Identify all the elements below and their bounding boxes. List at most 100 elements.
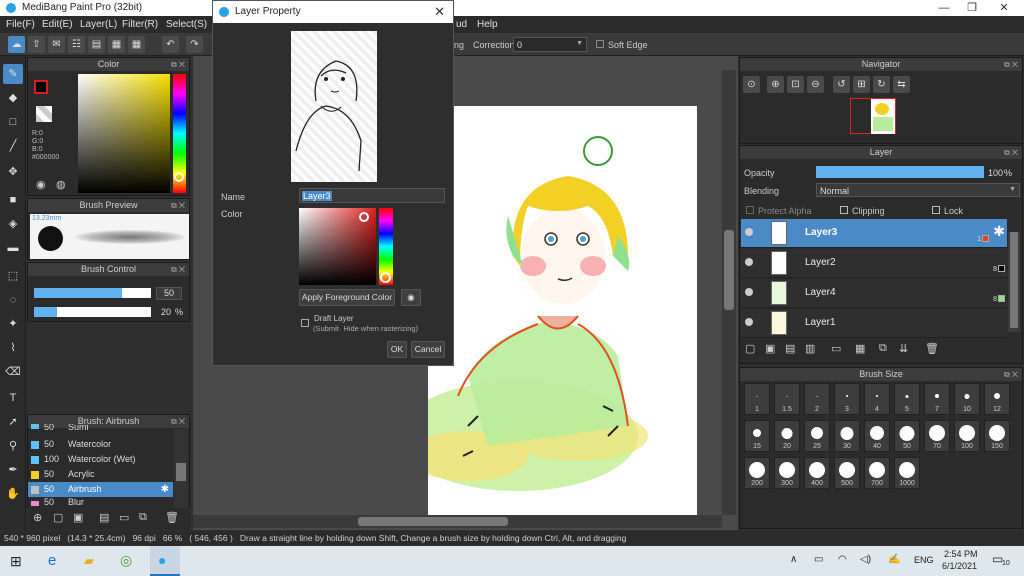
brush-size-option[interactable]: 5 <box>894 383 920 415</box>
panel-options-icon[interactable]: ⧉ ✕ <box>171 415 185 428</box>
brush-size-option[interactable]: 1.5 <box>774 383 800 415</box>
import-layer-icon[interactable]: ▦ <box>855 342 865 355</box>
rotate-left-icon[interactable]: ↺ <box>833 76 850 93</box>
line-tool-icon[interactable]: ╱ <box>3 136 23 156</box>
layer-settings-gear-icon[interactable]: ✱ <box>993 223 1005 240</box>
layer-folder-icon[interactable]: ▭ <box>831 342 841 355</box>
new-8bit-layer-icon[interactable]: ▤ <box>785 342 795 355</box>
dropper-tool-icon[interactable]: ⚲ <box>3 436 23 456</box>
brush-size-option[interactable]: 1000 <box>894 457 920 489</box>
delete-brush-icon[interactable]: 🗑 <box>165 511 179 524</box>
add-brush-icon[interactable]: ⊕ <box>33 511 42 524</box>
layer-color-handle[interactable] <box>359 212 369 222</box>
brush-size-option[interactable]: 500 <box>834 457 860 489</box>
grid-icon[interactable]: ▦ <box>108 36 125 53</box>
select-pen-tool-icon[interactable]: ⌇ <box>3 338 23 358</box>
blending-select[interactable]: Normal ▼ <box>816 183 1020 197</box>
ok-button[interactable]: OK <box>387 341 407 358</box>
text-tool-icon[interactable]: T <box>3 388 23 408</box>
brush-folder-icon[interactable]: ▭ <box>119 511 129 524</box>
brush-item-acrylic[interactable]: 50 Acrylic <box>28 467 173 482</box>
vertical-scroll-thumb[interactable] <box>724 230 734 310</box>
menu-layer[interactable]: Layer(L) <box>80 19 117 30</box>
rectangle-tool-icon[interactable]: □ <box>3 112 23 132</box>
document-icon[interactable]: ▤ <box>88 36 105 53</box>
new-layer-icon[interactable]: ▢ <box>745 342 755 355</box>
visibility-eye-icon[interactable] <box>745 258 753 266</box>
brush-size-option[interactable]: 40 <box>864 420 890 452</box>
canvas-vertical-scrollbar[interactable] <box>722 70 736 515</box>
add-layer-menu-icon[interactable]: ▥ <box>805 342 815 355</box>
layer-scroll-thumb[interactable] <box>1010 232 1018 328</box>
menu-filter[interactable]: Filter(R) <box>122 19 158 30</box>
select-tool-icon[interactable]: ⬚ <box>3 266 23 286</box>
lock-checkbox[interactable] <box>932 206 940 214</box>
draft-layer-checkbox[interactable] <box>301 319 309 327</box>
panel-options-icon[interactable]: ⧉ ✕ <box>171 263 185 276</box>
flip-icon[interactable]: ⇆ <box>893 76 910 93</box>
battery-icon[interactable]: ▭ <box>814 554 823 565</box>
panel-options-icon[interactable]: ⧉ ✕ <box>171 199 185 212</box>
brush-size-slider[interactable] <box>34 288 151 298</box>
layer-row-layer2[interactable]: Layer2 8 <box>741 249 1007 278</box>
chevron-up-icon[interactable]: ∧ <box>790 554 797 565</box>
eraser-tool-icon[interactable]: ◆ <box>3 88 23 108</box>
palette-picker-icon[interactable]: ◉ <box>401 289 421 306</box>
layer-row-layer3[interactable]: Layer3 1 ✱ <box>741 219 1007 248</box>
redo-icon[interactable]: ↷ <box>186 36 203 53</box>
pen-ink-icon[interactable]: ✍ <box>888 554 900 565</box>
hand-tool-icon[interactable]: ✋ <box>3 484 23 504</box>
clock-date[interactable]: 6/1/2021 <box>942 561 977 571</box>
duplicate-brush-icon[interactable]: ⧉ <box>139 511 147 524</box>
brush-size-option[interactable]: 20 <box>774 420 800 452</box>
dialog-close-icon[interactable]: ✕ <box>434 1 445 23</box>
brush-size-option[interactable]: 100 <box>954 420 980 452</box>
brush-size-option[interactable]: 50 <box>894 420 920 452</box>
comment-icon[interactable]: ✉ <box>48 36 65 53</box>
brush-item-sumi[interactable]: 50 Sumi <box>28 424 173 432</box>
lasso-tool-icon[interactable]: ◌ <box>3 290 23 310</box>
soft-edge-checkbox[interactable] <box>596 40 604 48</box>
file-explorer-icon[interactable]: ▰ <box>84 553 94 569</box>
menu-select[interactable]: Select(S) <box>166 19 207 30</box>
brush-size-option[interactable]: 200 <box>744 457 770 489</box>
zoom-fit-icon[interactable]: ⊙ <box>743 76 760 93</box>
menu-cloud[interactable]: ud <box>456 19 467 30</box>
brush-list-scroll-thumb[interactable] <box>176 463 186 481</box>
brush-properties-icon[interactable]: ▤ <box>99 511 109 524</box>
windows-start-icon[interactable]: ⊞ <box>10 553 22 570</box>
transparent-color-swatch[interactable] <box>36 106 52 122</box>
apply-foreground-color-button[interactable]: Apply Foreground Color <box>299 289 395 306</box>
brush-item-airbrush[interactable]: 50 Airbrush ✱ <box>28 482 173 497</box>
brush-size-option[interactable]: 300 <box>774 457 800 489</box>
layer-opacity-slider[interactable] <box>816 166 984 178</box>
brush-list-scrollbar[interactable] <box>174 429 188 509</box>
correction-select[interactable]: 0 ▼ <box>513 37 587 52</box>
protect-alpha-checkbox[interactable] <box>746 206 754 214</box>
brush-size-value[interactable]: 50 <box>156 287 182 300</box>
brush-size-option[interactable]: 4 <box>864 383 890 415</box>
brush-opacity-slider[interactable] <box>34 307 151 317</box>
layer-hue-handle[interactable] <box>380 272 391 283</box>
menu-edit[interactable]: Edit(E) <box>42 19 73 30</box>
zoom-in-icon[interactable]: ⊕ <box>767 76 784 93</box>
brush-item-watercolor-wet[interactable]: 100 Watercolor (Wet) <box>28 452 173 467</box>
pen-tool-icon[interactable]: ✒ <box>3 460 23 480</box>
fill-rect-tool-icon[interactable]: ■ <box>3 190 23 210</box>
clock-time[interactable]: 2:54 PM <box>944 549 978 559</box>
layer-hue-slider[interactable] <box>379 208 393 285</box>
layer-list-scrollbar[interactable] <box>1008 232 1020 332</box>
brush-size-option[interactable]: 12 <box>984 383 1010 415</box>
brush-size-option[interactable]: 2 <box>804 383 830 415</box>
brush-size-option[interactable]: 150 <box>984 420 1010 452</box>
brush-size-option[interactable]: 30 <box>834 420 860 452</box>
brush-size-option[interactable]: 70 <box>924 420 950 452</box>
brush-size-option[interactable]: 15 <box>744 420 770 452</box>
canvas-horizontal-scrollbar[interactable] <box>193 515 722 528</box>
edge-browser-icon[interactable]: e <box>48 552 56 569</box>
merge-down-icon[interactable]: ⇊ <box>899 342 908 355</box>
brush-size-option[interactable]: 10 <box>954 383 980 415</box>
medibang-taskbar-button[interactable]: ● <box>150 546 180 576</box>
clipping-checkbox[interactable] <box>840 206 848 214</box>
visibility-eye-icon[interactable] <box>745 288 753 296</box>
